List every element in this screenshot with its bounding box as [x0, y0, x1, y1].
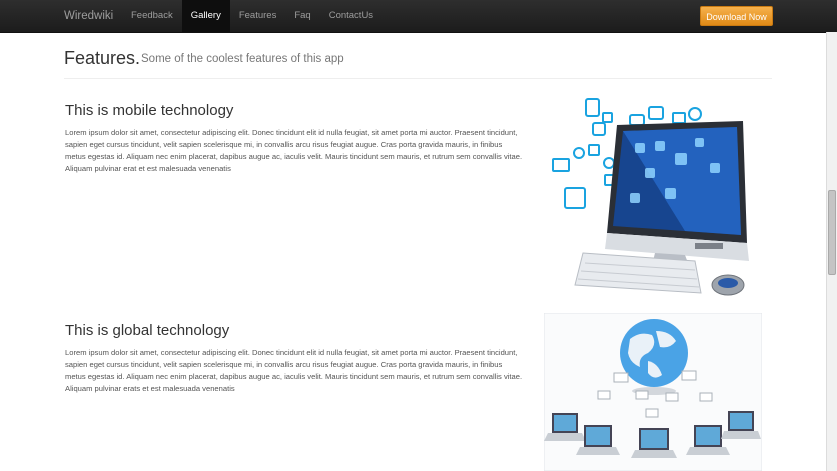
- download-now-button[interactable]: Download Now: [700, 6, 773, 26]
- nav-item-faq[interactable]: Faq: [285, 0, 319, 32]
- nav-item-gallery[interactable]: Gallery: [181, 0, 230, 32]
- page-title: Features.: [64, 48, 141, 68]
- vertical-scrollbar[interactable]: [826, 32, 837, 471]
- nav-item-features[interactable]: Features: [230, 0, 286, 32]
- brand-logo[interactable]: Wiredwiki: [64, 0, 113, 32]
- scrollbar-thumb[interactable]: [828, 190, 836, 275]
- page-header: Features. Some of the coolest features o…: [64, 44, 772, 79]
- global-technology-image: [544, 313, 762, 471]
- feature-text-global: Lorem ipsum dolor sit amet, consectetur …: [65, 348, 523, 393]
- feature-title-mobile: This is mobile technology: [65, 102, 234, 119]
- feature-text-mobile: Lorem ipsum dolor sit amet, consectetur …: [65, 128, 523, 173]
- nav-item-contactus[interactable]: ContactUs: [320, 0, 382, 32]
- feature-title-global: This is global technology: [65, 322, 230, 339]
- nav-item-feedback[interactable]: Feedback: [122, 0, 182, 32]
- page-subtitle: Some of the coolest features of this app: [141, 53, 344, 65]
- top-navbar: Wiredwiki Feedback Gallery Features Faq …: [0, 0, 837, 33]
- mobile-technology-image: [552, 98, 749, 296]
- nav-menu: Feedback Gallery Features Faq ContactUs: [122, 0, 382, 32]
